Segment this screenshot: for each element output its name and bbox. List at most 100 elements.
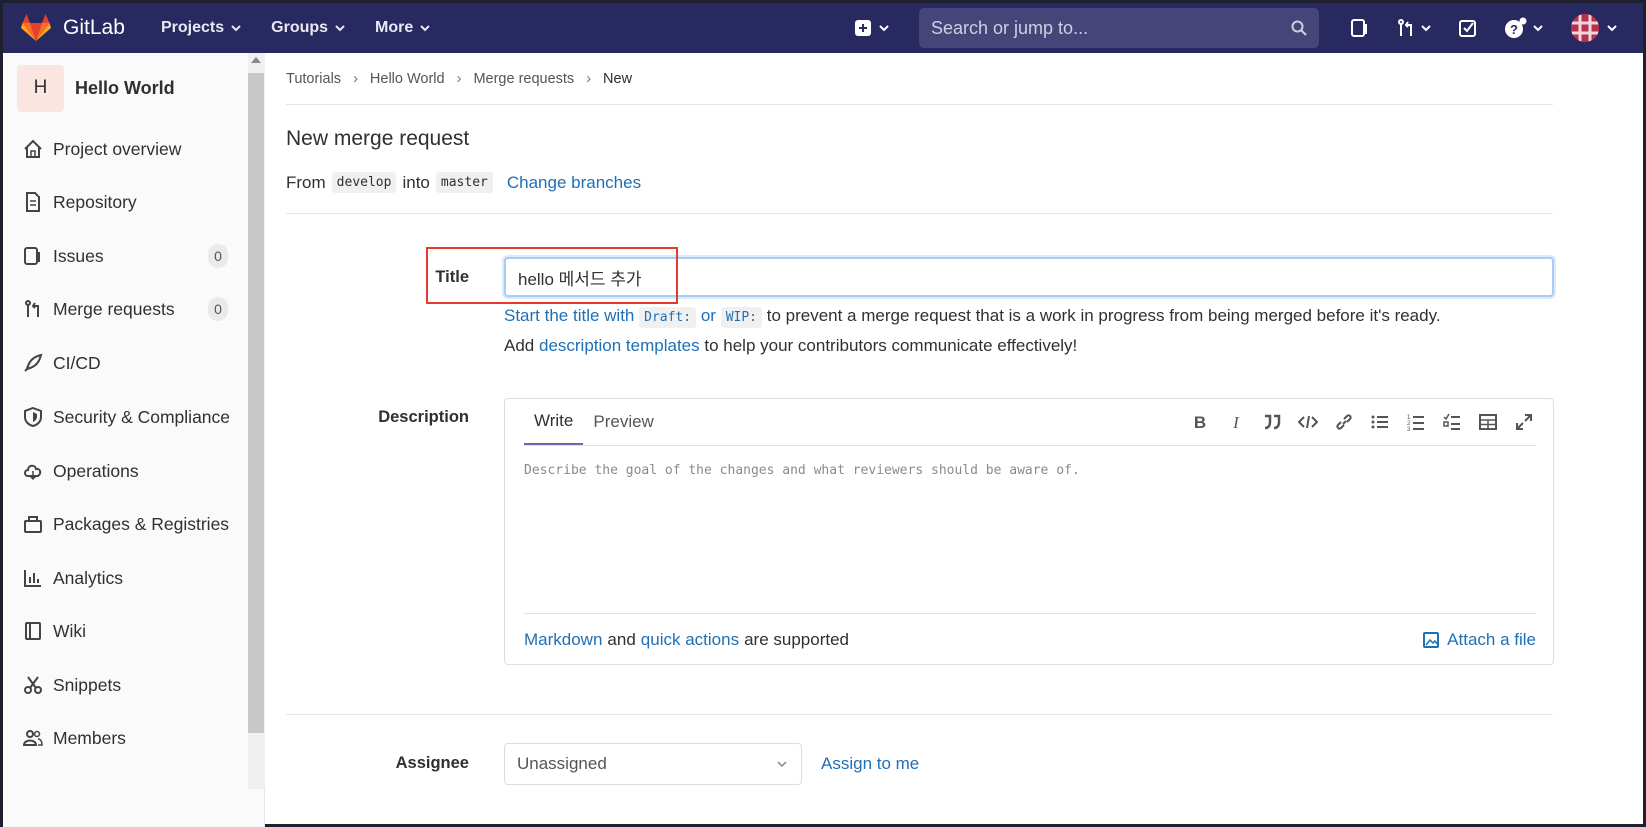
or-text[interactable]: or [701,306,716,325]
book-icon [25,622,41,640]
chart-icon [24,570,41,587]
sidebar-item-packages-registries[interactable]: Packages & Registries [3,512,248,536]
merge-requests-nav-button[interactable] [1397,19,1431,37]
task-list-icon [1443,413,1460,430]
and-text: and [607,629,636,649]
issues-nav-button[interactable] [1351,19,1369,37]
template-hint-pre: Add [504,336,535,355]
chevron-right-icon: › [586,70,592,87]
search-icon [1291,20,1307,36]
attach-file-label: Attach a file [1447,629,1536,649]
chevron-right-icon: › [353,70,358,87]
change-branches-link[interactable]: Change branches [507,173,641,193]
template-hint: Add description templates to help your c… [504,336,1077,356]
breadcrumb: Tutorials › Hello World › Merge requests… [286,53,1553,105]
italic-button[interactable]: I [1225,411,1247,433]
markdown-link[interactable]: Markdown [524,630,602,650]
bold-button[interactable]: B [1189,411,1211,433]
wip-prefix-code[interactable]: WIP: [720,307,762,328]
nav-projects[interactable]: Projects [161,19,241,37]
help-dropdown[interactable]: ? [1505,17,1543,39]
plus-square-icon [855,20,871,36]
breadcrumb-tutorials[interactable]: Tutorials [286,71,341,87]
sidebar-item-ci-cd[interactable]: CI/CD [3,351,248,375]
draft-hint-link[interactable]: Start the title with [504,306,634,325]
breadcrumb-new[interactable]: New [603,71,632,87]
nav-more-label: More [375,19,414,36]
svg-text:3: 3 [1407,427,1411,431]
draft-hint-rest: to prevent a merge request that is a wor… [766,306,1441,325]
sidebar-item-label: Operations [53,460,139,481]
from-label: From [286,172,326,192]
sidebar-item-label: Security & Compliance [53,406,231,427]
quick-actions-link[interactable]: quick actions [641,630,739,650]
user-menu[interactable] [1571,14,1617,42]
doc-icon [26,192,40,212]
sidebar-item-issues[interactable]: Issues 0 [3,244,248,268]
sidebar-item-label: Members [53,727,126,748]
description-editor: Write Preview B I 123 Markdown and quick… [504,398,1554,665]
breadcrumb-merge-requests[interactable]: Merge requests [473,71,574,87]
sidebar-item-merge-requests[interactable]: Merge requests 0 [3,297,248,321]
shield-icon [24,407,42,427]
svg-text:I: I [1232,413,1240,431]
highlight-box [426,247,678,304]
nav-groups-label: Groups [271,19,329,36]
sidebar-item-security-compliance[interactable]: Security & Compliance [3,405,248,429]
project-name: Hello World [75,77,175,98]
draft-prefix-code[interactable]: Draft: [639,307,697,328]
nav-more[interactable]: More [375,19,430,37]
search-box[interactable] [919,8,1319,48]
user-avatar [1571,14,1599,42]
numbered-list-icon: 123 [1407,415,1424,431]
code-icon [1298,415,1318,429]
section-divider [286,714,1553,715]
sidebar-item-members[interactable]: Members [3,726,248,750]
chevron-down-icon [1607,24,1617,31]
sidebar-item-project-overview[interactable]: Project overview [3,137,248,161]
branch-info: From develop into master Change branches [286,172,1553,214]
svg-text:?: ? [1510,22,1518,37]
breadcrumb-hello-world[interactable]: Hello World [370,71,445,87]
new-item-dropdown[interactable] [855,20,889,36]
assignee-dropdown[interactable]: Unassigned [504,743,802,785]
nav-projects-label: Projects [161,19,225,36]
project-avatar: H [17,64,64,112]
sidebar-scrollbar-thumb[interactable] [248,73,264,733]
gitlab-home-link[interactable]: GitLab [21,14,161,42]
tab-write[interactable]: Write [524,398,584,445]
bullet-list-button[interactable] [1369,411,1391,433]
scroll-up-arrow-icon[interactable] [251,57,261,63]
markdown-toolbar: B I 123 [1175,411,1535,433]
sidebar-item-analytics[interactable]: Analytics [3,566,248,590]
italic-icon: I [1232,413,1240,431]
source-branch: develop [331,172,397,193]
link-button[interactable] [1333,411,1355,433]
draft-hint: Start the title with Draft: or WIP: to p… [504,306,1441,328]
attach-file-button[interactable]: Attach a file [1423,630,1536,650]
project-header-link[interactable]: H Hello World [3,53,264,123]
sidebar-item-wiki[interactable]: Wiki [3,619,248,643]
numbered-list-button[interactable]: 123 [1405,411,1427,433]
gitlab-logo-icon [21,14,51,41]
svg-text:B: B [1194,413,1206,431]
task-list-button[interactable] [1441,411,1463,433]
fullscreen-button[interactable] [1513,411,1535,433]
code-button[interactable] [1297,411,1319,433]
sidebar-item-repository[interactable]: Repository [3,190,248,214]
nav-groups[interactable]: Groups [271,19,345,37]
todos-nav-button[interactable] [1459,19,1477,37]
sidebar-item-operations[interactable]: Operations [3,459,248,483]
issues-icon [1351,19,1367,37]
tab-preview[interactable]: Preview [583,398,663,445]
description-textarea[interactable] [524,463,1536,613]
chevron-right-icon: › [456,70,462,87]
chevron-down-icon [335,24,345,31]
search-input[interactable] [931,17,1291,39]
quote-button[interactable] [1261,411,1283,433]
sidebar-item-label: CI/CD [53,352,101,373]
description-templates-link[interactable]: description templates [539,336,700,355]
sidebar-item-snippets[interactable]: Snippets [3,673,248,697]
assign-to-me-link[interactable]: Assign to me [821,754,919,774]
table-button[interactable] [1477,411,1499,433]
